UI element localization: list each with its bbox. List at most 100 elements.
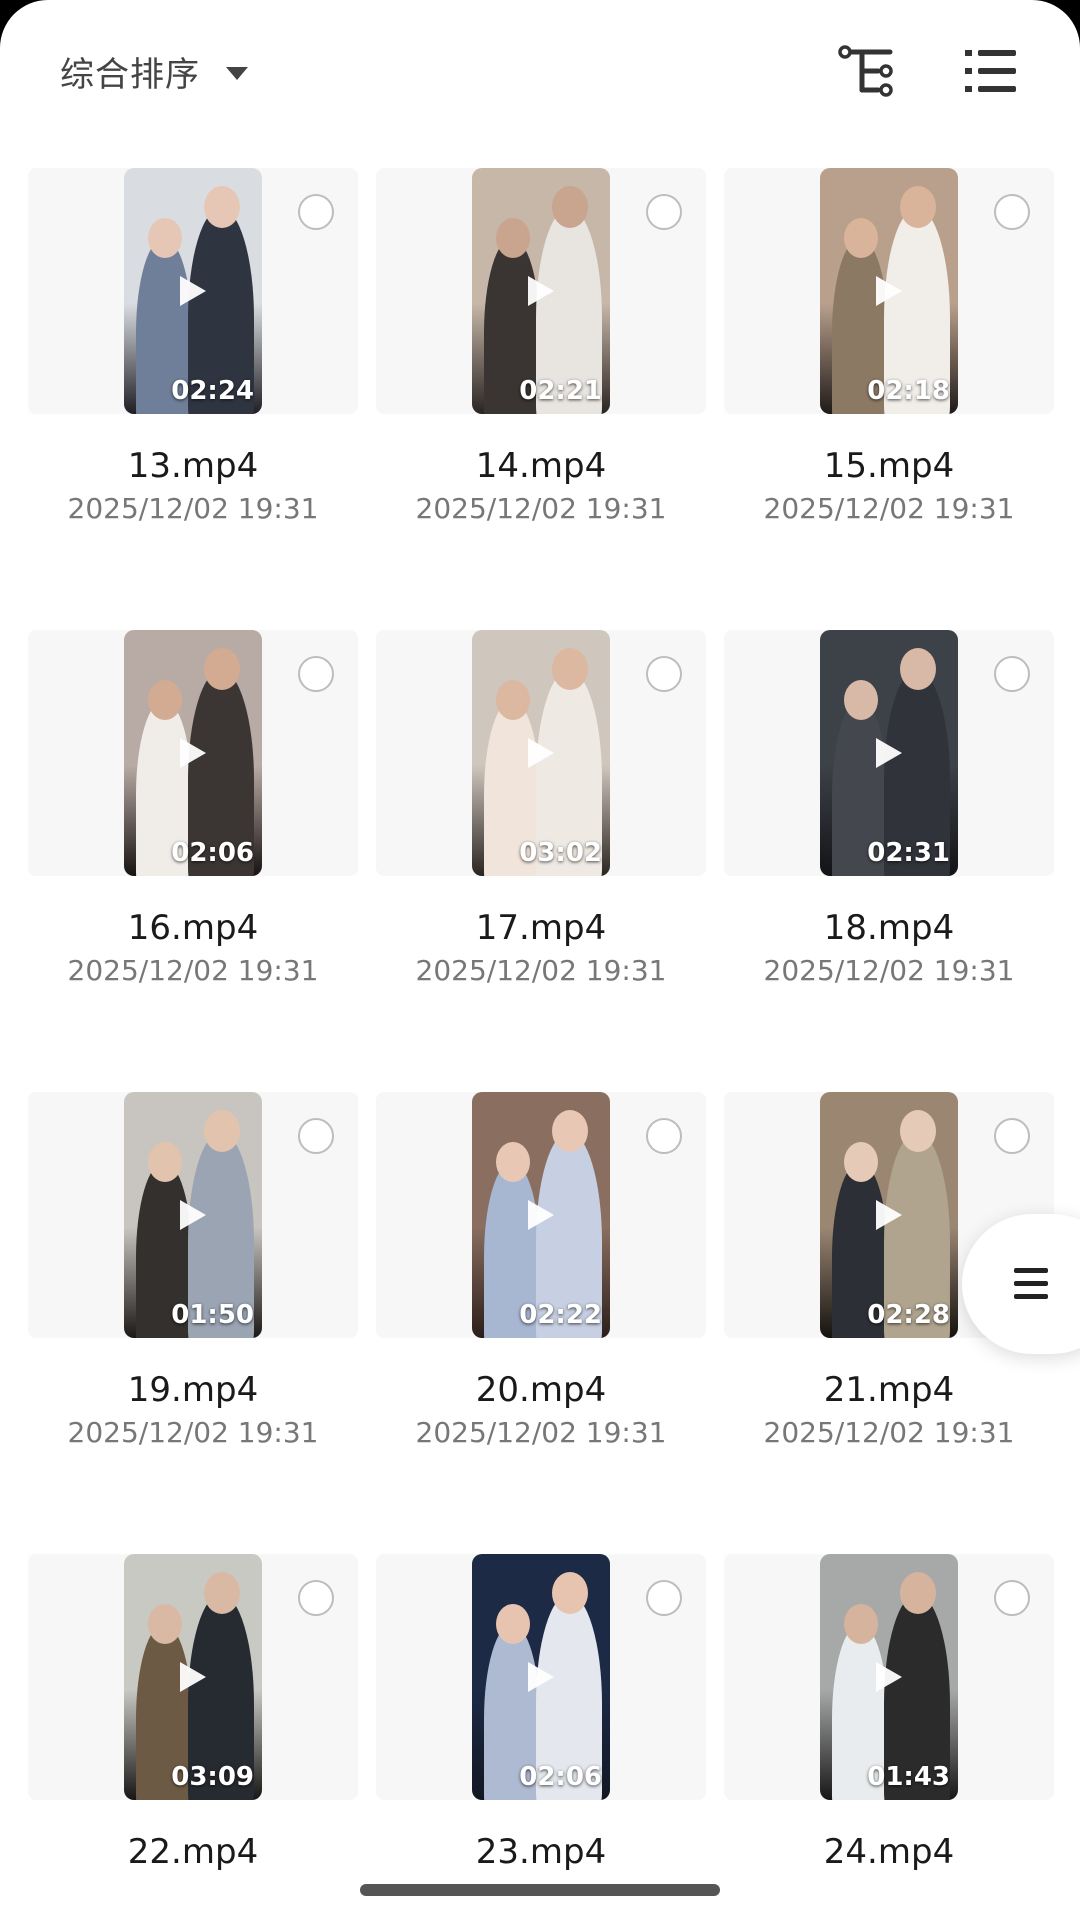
play-icon: [876, 738, 902, 768]
video-item[interactable]: 03:02 17.mp4 2025/12/02 19:31: [376, 630, 724, 1070]
video-item[interactable]: 03:09 22.mp4: [28, 1554, 376, 1922]
thumbnail-figure: [552, 1110, 588, 1152]
video-duration: 02:21: [519, 376, 602, 406]
select-radio[interactable]: [298, 656, 334, 692]
play-icon: [180, 1662, 206, 1692]
video-item[interactable]: 02:06 16.mp4 2025/12/02 19:31: [28, 630, 376, 1070]
thumbnail-card[interactable]: 01:50: [28, 1092, 358, 1338]
thumbnail-figure: [496, 218, 530, 258]
video-grid: 02:24 13.mp4 2025/12/02 19:31 02:21 14.m…: [0, 0, 1080, 1922]
thumbnail-figure: [900, 1572, 936, 1614]
thumbnail-card[interactable]: 02:31: [724, 630, 1054, 876]
video-duration: 03:02: [519, 838, 602, 868]
thumbnail-figure: [900, 1110, 936, 1152]
video-item[interactable]: 01:43 24.mp4: [724, 1554, 1072, 1922]
thumbnail-figure: [900, 186, 936, 228]
video-thumbnail[interactable]: 03:02: [472, 630, 610, 876]
video-duration: 02:06: [519, 1762, 602, 1792]
select-radio[interactable]: [298, 1580, 334, 1616]
thumbnail-figure: [496, 1604, 530, 1644]
video-thumbnail[interactable]: 03:09: [124, 1554, 262, 1800]
thumbnail-figure: [552, 648, 588, 690]
video-duration: 02:06: [171, 838, 254, 868]
select-radio[interactable]: [994, 1580, 1030, 1616]
thumbnail-figure: [204, 186, 240, 228]
thumbnail-card[interactable]: 02:24: [28, 168, 358, 414]
play-icon: [876, 1662, 902, 1692]
video-item[interactable]: 01:50 19.mp4 2025/12/02 19:31: [28, 1092, 376, 1532]
file-date: 2025/12/02 19:31: [763, 954, 1015, 987]
select-radio[interactable]: [994, 656, 1030, 692]
file-date: 2025/12/02 19:31: [415, 1416, 667, 1449]
video-thumbnail[interactable]: 02:22: [472, 1092, 610, 1338]
thumbnail-figure: [900, 648, 936, 690]
video-item[interactable]: 02:24 13.mp4 2025/12/02 19:31: [28, 168, 376, 608]
file-name: 14.mp4: [475, 446, 607, 486]
video-thumbnail[interactable]: 02:21: [472, 168, 610, 414]
thumbnail-card[interactable]: 02:21: [376, 168, 706, 414]
file-name: 16.mp4: [127, 908, 259, 948]
video-thumbnail[interactable]: 02:18: [820, 168, 958, 414]
select-radio[interactable]: [994, 194, 1030, 230]
select-radio[interactable]: [298, 1118, 334, 1154]
select-radio[interactable]: [646, 194, 682, 230]
video-duration: 01:43: [867, 1762, 950, 1792]
video-item[interactable]: 02:22 20.mp4 2025/12/02 19:31: [376, 1092, 724, 1532]
play-icon: [528, 738, 554, 768]
thumbnail-card[interactable]: 02:22: [376, 1092, 706, 1338]
video-thumbnail[interactable]: 01:43: [820, 1554, 958, 1800]
thumbnail-figure: [148, 680, 182, 720]
thumbnail-card[interactable]: 02:06: [376, 1554, 706, 1800]
select-radio[interactable]: [298, 194, 334, 230]
video-duration: 03:09: [171, 1762, 254, 1792]
file-date: 2025/12/02 19:31: [763, 492, 1015, 525]
file-date: 2025/12/02 19:31: [67, 1416, 319, 1449]
file-name: 19.mp4: [127, 1370, 259, 1410]
video-thumbnail[interactable]: 02:06: [472, 1554, 610, 1800]
home-indicator[interactable]: [360, 1884, 720, 1896]
select-radio[interactable]: [646, 656, 682, 692]
select-radio[interactable]: [646, 1118, 682, 1154]
video-thumbnail[interactable]: 02:31: [820, 630, 958, 876]
thumbnail-figure: [844, 680, 878, 720]
file-name: 21.mp4: [823, 1370, 955, 1410]
file-name: 22.mp4: [127, 1832, 259, 1872]
menu-icon: [1014, 1268, 1048, 1299]
thumbnail-figure: [496, 680, 530, 720]
file-browser-sheet: 综合排序 02:24 13.mp4 2025/12/02 19:31 02:21…: [0, 0, 1080, 1922]
video-item[interactable]: 02:31 18.mp4 2025/12/02 19:31: [724, 630, 1072, 1070]
thumbnail-card[interactable]: 03:02: [376, 630, 706, 876]
file-name: 13.mp4: [127, 446, 259, 486]
video-duration: 02:24: [171, 376, 254, 406]
file-name: 24.mp4: [823, 1832, 955, 1872]
video-thumbnail[interactable]: 02:24: [124, 168, 262, 414]
play-icon: [528, 1662, 554, 1692]
video-thumbnail[interactable]: 01:50: [124, 1092, 262, 1338]
file-date: 2025/12/02 19:31: [415, 954, 667, 987]
video-item[interactable]: 02:21 14.mp4 2025/12/02 19:31: [376, 168, 724, 608]
select-radio[interactable]: [646, 1580, 682, 1616]
thumbnail-figure: [552, 1572, 588, 1614]
file-name: 17.mp4: [475, 908, 607, 948]
thumbnail-figure: [148, 1142, 182, 1182]
file-date: 2025/12/02 19:31: [67, 954, 319, 987]
thumbnail-figure: [148, 218, 182, 258]
select-radio[interactable]: [994, 1118, 1030, 1154]
thumbnail-figure: [552, 186, 588, 228]
thumbnail-figure: [496, 1142, 530, 1182]
thumbnail-card[interactable]: 02:06: [28, 630, 358, 876]
thumbnail-figure: [148, 1604, 182, 1644]
play-icon: [528, 276, 554, 306]
thumbnail-card[interactable]: 02:18: [724, 168, 1054, 414]
video-duration: 01:50: [171, 1300, 254, 1330]
video-thumbnail[interactable]: 02:28: [820, 1092, 958, 1338]
file-name: 18.mp4: [823, 908, 955, 948]
video-thumbnail[interactable]: 02:06: [124, 630, 262, 876]
thumbnail-card[interactable]: 03:09: [28, 1554, 358, 1800]
thumbnail-card[interactable]: 01:43: [724, 1554, 1054, 1800]
file-name: 20.mp4: [475, 1370, 607, 1410]
thumbnail-figure: [844, 1142, 878, 1182]
video-item[interactable]: 02:18 15.mp4 2025/12/02 19:31: [724, 168, 1072, 608]
video-item[interactable]: 02:06 23.mp4: [376, 1554, 724, 1922]
video-duration: 02:28: [867, 1300, 950, 1330]
